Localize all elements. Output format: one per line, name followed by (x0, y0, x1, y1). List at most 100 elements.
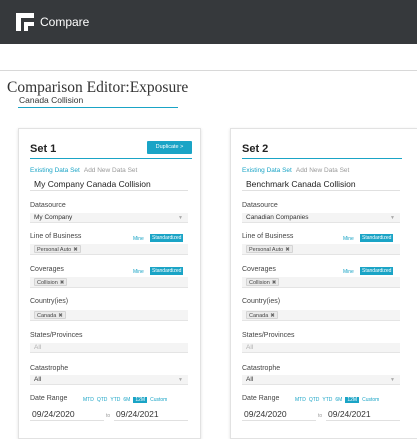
chevron-down-icon: ▼ (178, 215, 183, 221)
close-icon[interactable]: ✖ (285, 247, 290, 253)
preset-6m[interactable]: 6M (335, 397, 342, 403)
mine-toggle[interactable]: Mine (343, 269, 354, 275)
preset-ytd[interactable]: YTD (110, 397, 120, 403)
analysis-name-input[interactable]: Canada Collision (18, 95, 178, 108)
preset-12m[interactable]: 12M (345, 397, 360, 403)
chip: Collision ✖ (246, 278, 280, 286)
datasource-select[interactable]: Canadian Companies ▼ (242, 213, 400, 223)
datasource-select[interactable]: My Company ▼ (30, 213, 188, 223)
line-of-business-multiselect[interactable]: Personal Auto ✖ (242, 244, 400, 255)
app-title: Compare (40, 15, 90, 29)
chip-label: Personal Auto (37, 247, 72, 253)
preset-mtd[interactable]: MTD (83, 397, 94, 403)
catastrophe-label: Catastrophe (242, 365, 281, 372)
sub-bar (0, 44, 417, 71)
chip: Personal Auto ✖ (246, 245, 293, 253)
set-2-panel: Set 2 Existing Data Set Add New Data Set … (230, 128, 417, 439)
standardized-toggle[interactable]: Standardized (360, 267, 394, 275)
states-label: States/Provinces (242, 332, 295, 339)
datasource-value: Canadian Companies (246, 214, 309, 221)
line-of-business-label: Line of Business (30, 233, 82, 240)
preset-6m[interactable]: 6M (123, 397, 130, 403)
standardized-toggle[interactable]: Standardized (150, 267, 184, 275)
data-set-name-input[interactable]: My Company Canada Collision (30, 179, 188, 191)
date-range-label: Date Range (242, 395, 280, 402)
date-from-input[interactable]: 09/24/2020 (30, 408, 104, 421)
set-title-divider (242, 158, 402, 159)
chevron-down-icon: ▼ (178, 377, 183, 383)
states-input[interactable]: All (242, 343, 400, 353)
close-icon[interactable]: ✖ (58, 313, 63, 319)
line-of-business-multiselect[interactable]: Personal Auto ✖ (30, 244, 188, 255)
datasource-label: Datasource (30, 202, 66, 209)
mine-toggle[interactable]: Mine (343, 236, 354, 242)
datasource-value: My Company (34, 214, 73, 221)
tab-add-new-data-set[interactable]: Add New Data Set (84, 167, 137, 174)
countries-label: Country(ies) (242, 298, 281, 305)
mine-toggle[interactable]: Mine (133, 269, 144, 275)
date-to-input[interactable]: 09/24/2021 (114, 408, 188, 421)
preset-mtd[interactable]: MTD (295, 397, 306, 403)
coverages-label: Coverages (30, 266, 64, 273)
data-set-tabs: Existing Data Set Add New Data Set (242, 167, 349, 174)
data-set-name-input[interactable]: Benchmark Canada Collision (242, 179, 400, 191)
chevron-down-icon: ▼ (390, 215, 395, 221)
chevron-down-icon: ▼ (390, 377, 395, 383)
catastrophe-label: Catastrophe (30, 365, 69, 372)
compare-logo-icon[interactable] (16, 13, 34, 31)
top-bar: Compare (0, 0, 417, 44)
datasource-label: Datasource (242, 202, 278, 209)
close-icon[interactable]: ✖ (73, 247, 78, 253)
set-title: Set 1 (30, 143, 57, 155)
catastrophe-value: All (246, 376, 254, 383)
states-label: States/Provinces (30, 332, 83, 339)
countries-label: Country(ies) (30, 298, 69, 305)
tab-existing-data-set[interactable]: Existing Data Set (30, 167, 80, 174)
close-icon[interactable]: ✖ (60, 280, 65, 286)
catastrophe-select[interactable]: All ▼ (30, 375, 188, 385)
chip: Canada ✖ (246, 311, 278, 319)
tab-add-new-data-set[interactable]: Add New Data Set (296, 167, 349, 174)
preset-custom[interactable]: Custom (362, 397, 379, 403)
catastrophe-select[interactable]: All ▼ (242, 375, 400, 385)
preset-qtd[interactable]: QTD (97, 397, 108, 403)
chip: Collision ✖ (34, 278, 68, 286)
duplicate-button[interactable]: Duplicate > (147, 141, 192, 154)
date-range-label: Date Range (30, 395, 68, 402)
chip-label: Canada (249, 313, 269, 319)
preset-qtd[interactable]: QTD (309, 397, 320, 403)
date-to-label: to (318, 413, 323, 419)
chip-label: Personal Auto (249, 247, 284, 253)
date-to-label: to (106, 413, 111, 419)
chip-label: Collision (37, 280, 58, 286)
coverages-label: Coverages (242, 266, 276, 273)
preset-ytd[interactable]: YTD (322, 397, 332, 403)
date-range-presets: MTD QTD YTD 6M 12M Custom (83, 397, 170, 403)
date-range-presets: MTD QTD YTD 6M 12M Custom (295, 397, 382, 403)
close-icon[interactable]: ✖ (270, 313, 275, 319)
date-from-input[interactable]: 09/24/2020 (242, 408, 316, 421)
countries-multiselect[interactable]: Canada ✖ (30, 310, 188, 321)
standardized-toggle[interactable]: Standardized (150, 234, 184, 242)
coverages-multiselect[interactable]: Collision ✖ (30, 277, 188, 288)
preset-custom[interactable]: Custom (150, 397, 167, 403)
chip-label: Collision (249, 280, 270, 286)
states-input[interactable]: All (30, 343, 188, 353)
chip-label: Canada (37, 313, 57, 319)
set-1-panel: Set 1 Duplicate > Existing Data Set Add N… (18, 128, 201, 439)
line-of-business-label: Line of Business (242, 233, 294, 240)
mine-toggle[interactable]: Mine (133, 236, 144, 242)
data-set-tabs: Existing Data Set Add New Data Set (30, 167, 137, 174)
catastrophe-value: All (34, 376, 42, 383)
coverages-multiselect[interactable]: Collision ✖ (242, 277, 400, 288)
chip: Personal Auto ✖ (34, 245, 81, 253)
standardized-toggle[interactable]: Standardized (360, 234, 394, 242)
countries-multiselect[interactable]: Canada ✖ (242, 310, 400, 321)
close-icon[interactable]: ✖ (272, 280, 277, 286)
date-to-input[interactable]: 09/24/2021 (326, 408, 400, 421)
chip: Canada ✖ (34, 311, 66, 319)
tab-existing-data-set[interactable]: Existing Data Set (242, 167, 292, 174)
preset-12m[interactable]: 12M (133, 397, 148, 403)
set-title-divider (30, 158, 192, 159)
set-title: Set 2 (242, 143, 269, 155)
